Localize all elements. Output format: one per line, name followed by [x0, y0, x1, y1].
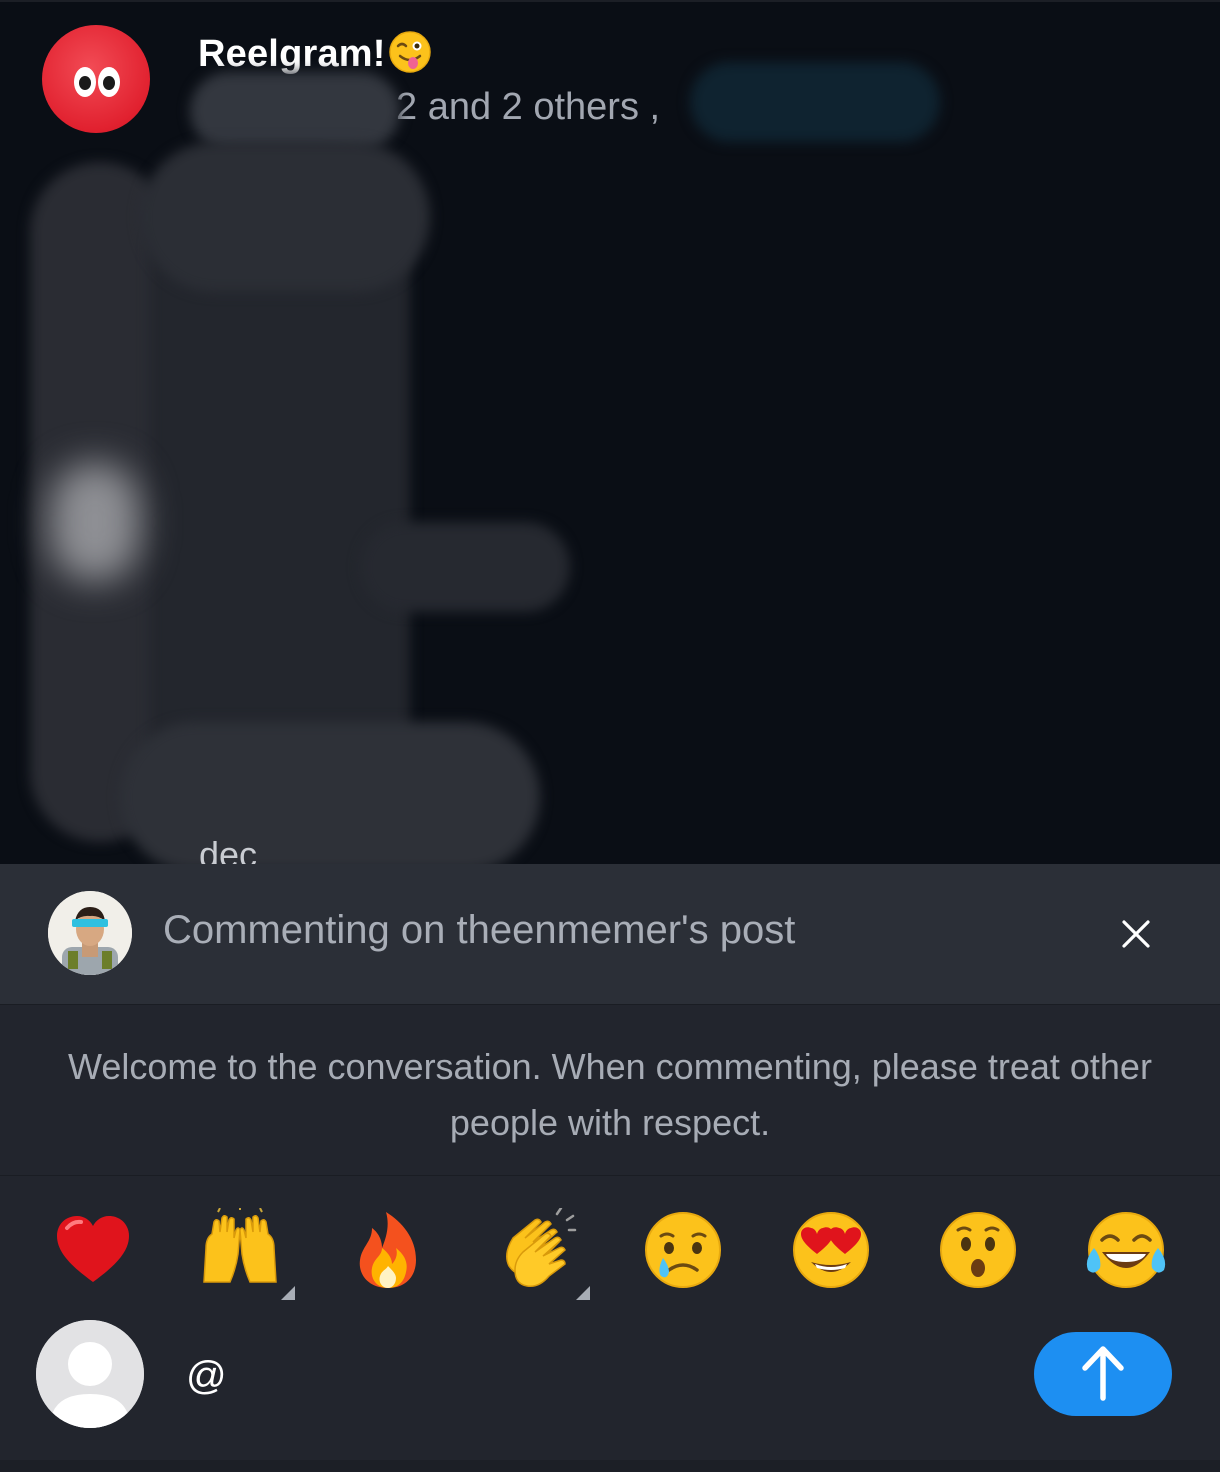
redaction-blur: [360, 522, 570, 612]
red-heart-icon[interactable]: [51, 1208, 135, 1292]
winking-face-with-tongue-icon: [388, 30, 432, 74]
conversation-feed: Reelgram! 2 and 2 others , dec: [0, 0, 1220, 864]
redaction-blur: [120, 722, 540, 864]
surprised-face-icon[interactable]: [936, 1208, 1020, 1292]
user-avatar[interactable]: [36, 1320, 144, 1428]
commenting-banner: Commenting on theenmemer's post: [0, 864, 1220, 1004]
redaction-blur: [140, 142, 430, 292]
redaction-blur: [190, 72, 400, 150]
redaction-blur: [50, 462, 140, 582]
eyes-icon: [74, 67, 96, 97]
bottom-edge: [0, 1460, 1220, 1472]
commenting-on-label: Commenting on theenmemer's post: [163, 908, 796, 952]
post-author-avatar: [48, 891, 132, 975]
group-members-subtitle: 2 and 2 others ,: [396, 86, 661, 128]
group-avatar[interactable]: [42, 25, 150, 133]
variant-indicator-icon: [576, 1286, 590, 1300]
raising-hands-icon[interactable]: [198, 1208, 282, 1292]
guidelines-text: Welcome to the conversation. When commen…: [68, 1046, 1152, 1143]
app-screen: Reelgram! 2 and 2 others , dec Commentin…: [0, 0, 1220, 1472]
clapping-hands-icon[interactable]: [495, 1208, 579, 1292]
group-title-text: Reelgram!: [198, 33, 386, 75]
comment-composer: [0, 1176, 1220, 1472]
conversation-guidelines: Welcome to the conversation. When commen…: [0, 1004, 1220, 1176]
tears-of-joy-face-icon[interactable]: [1084, 1208, 1168, 1292]
close-icon[interactable]: [1112, 910, 1160, 958]
redaction-blur: [690, 62, 940, 142]
group-title[interactable]: Reelgram!: [198, 30, 432, 76]
comment-input[interactable]: [186, 1348, 1006, 1404]
partial-message-text: dec: [199, 834, 258, 864]
fire-icon[interactable]: [346, 1208, 430, 1292]
arrow-up-icon: [1079, 1342, 1127, 1407]
heart-eyes-face-icon[interactable]: [789, 1208, 873, 1292]
variant-indicator-icon: [281, 1286, 295, 1300]
crying-face-icon[interactable]: [641, 1208, 725, 1292]
send-button[interactable]: [1034, 1332, 1172, 1416]
